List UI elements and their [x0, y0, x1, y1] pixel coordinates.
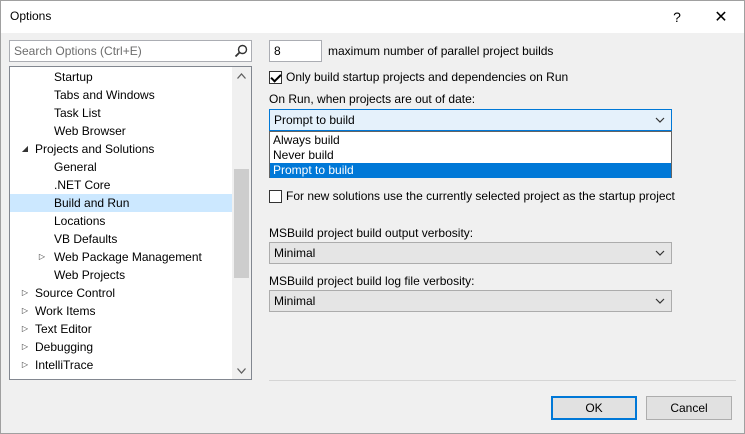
cancel-button[interactable]: Cancel	[646, 396, 732, 420]
tree-item-label: Startup	[54, 70, 93, 84]
scroll-down-button[interactable]	[232, 362, 251, 379]
on-run-options-list: Always build Never build Prompt to build	[269, 131, 672, 178]
search-icon[interactable]	[234, 44, 248, 58]
tree-item-label: Work Items	[35, 304, 96, 318]
scroll-thumb[interactable]	[234, 169, 249, 278]
tree-item[interactable]: ▷ Source Control	[10, 284, 232, 302]
scroll-up-button[interactable]	[232, 67, 251, 84]
tree-item-label: Text Editor	[35, 322, 92, 336]
tree-item-label: VB Defaults	[54, 232, 118, 246]
tree-item-label: Debugging	[35, 340, 94, 354]
help-button[interactable]: ?	[655, 1, 699, 32]
parallel-builds-input[interactable]: 8	[269, 40, 322, 62]
tree-item[interactable]: .NET Core	[10, 176, 232, 194]
only-startup-label[interactable]: Only build startup projects and dependen…	[286, 70, 568, 84]
chevron-down-icon	[655, 298, 665, 304]
title-bar: Options ? ✕	[1, 1, 744, 33]
tree-item-label: Web Projects	[54, 268, 126, 282]
tree-item[interactable]: ◢ Projects and Solutions	[10, 140, 232, 158]
separator	[269, 380, 736, 381]
tree-item[interactable]: Build and Run	[10, 194, 232, 212]
chevron-down-icon	[655, 117, 665, 123]
only-startup-checkbox[interactable]	[269, 71, 282, 84]
tree-scrollbar[interactable]	[232, 67, 251, 379]
tree-item-label: Web Browser	[54, 124, 126, 138]
on-run-option-always-build[interactable]: Always build	[270, 133, 671, 148]
tree-item[interactable]: ▷ Web Package Management	[10, 248, 232, 266]
tree-item[interactable]: Task List	[10, 104, 232, 122]
tree-item[interactable]: VB Defaults	[10, 230, 232, 248]
on-run-label: On Run, when projects are out of date:	[269, 92, 476, 106]
ok-button[interactable]: OK	[551, 396, 637, 420]
chevron-down-icon	[237, 367, 246, 374]
on-run-selected-value: Prompt to build	[274, 113, 355, 127]
tree-item[interactable]: Tabs and Windows	[10, 86, 232, 104]
collapsed-triangle-icon[interactable]: ▷	[20, 338, 30, 356]
tree-item-label: Build and Run	[54, 196, 130, 210]
tree-item-label: Projects and Solutions	[35, 142, 155, 156]
tree-item-label: Task List	[54, 106, 101, 120]
collapsed-triangle-icon[interactable]: ▷	[20, 284, 30, 302]
collapsed-triangle-icon[interactable]: ▷	[20, 302, 30, 320]
log-verbosity-dropdown[interactable]: Minimal	[269, 290, 672, 312]
tree-item-label: IntelliTrace	[35, 358, 94, 372]
expanded-triangle-icon[interactable]: ◢	[20, 140, 30, 158]
help-icon: ?	[673, 8, 681, 25]
tree-item[interactable]: ▷ IntelliTrace	[10, 356, 232, 374]
tree-item[interactable]: ▷ Work Items	[10, 302, 232, 320]
chevron-down-icon	[655, 250, 665, 256]
tree-item-label: Tabs and Windows	[54, 88, 155, 102]
window-title: Options	[10, 9, 52, 23]
tree-item[interactable]: ▷ Debugging	[10, 338, 232, 356]
chevron-up-icon	[237, 72, 246, 79]
tree-item[interactable]: Web Projects	[10, 266, 232, 284]
collapsed-triangle-icon[interactable]: ▷	[37, 248, 47, 266]
tree-item-label: Web Package Management	[54, 250, 202, 264]
tree-item[interactable]: ▷ Text Editor	[10, 320, 232, 338]
tree-item[interactable]: Startup	[10, 68, 232, 86]
options-dialog: Options ? ✕ ▷ IntelliTrace ▷ Debugging ▷ Text…	[0, 0, 745, 434]
collapsed-triangle-icon[interactable]: ▷	[20, 356, 30, 374]
collapsed-triangle-icon[interactable]: ▷	[20, 320, 30, 338]
close-icon: ✕	[714, 8, 728, 26]
parallel-builds-label: maximum number of parallel project build…	[328, 44, 554, 58]
search-input[interactable]	[10, 41, 230, 61]
tree-item-label: Source Control	[35, 286, 116, 300]
new-solutions-label[interactable]: For new solutions use the currently sele…	[286, 189, 675, 203]
tree-item[interactable]: Locations	[10, 212, 232, 230]
output-verbosity-dropdown[interactable]: Minimal	[269, 242, 672, 264]
new-solutions-checkbox[interactable]	[269, 190, 282, 203]
log-verbosity-label: MSBuild project build log file verbosity…	[269, 274, 475, 288]
tree-item-label: .NET Core	[54, 178, 111, 192]
options-tree[interactable]: ▷ IntelliTrace ▷ Debugging ▷ Text Editor ▷ Work…	[9, 66, 252, 380]
output-verbosity-label: MSBuild project build output verbosity:	[269, 226, 474, 240]
on-run-option-never-build[interactable]: Never build	[270, 148, 671, 163]
tree-item-label: Locations	[54, 214, 106, 228]
tree-item[interactable]: General	[10, 158, 232, 176]
close-button[interactable]: ✕	[699, 1, 743, 32]
log-verbosity-value: Minimal	[274, 294, 316, 308]
search-box	[9, 40, 252, 62]
tree-item-label: General	[54, 160, 97, 174]
output-verbosity-value: Minimal	[274, 246, 316, 260]
on-run-option-prompt-to-build[interactable]: Prompt to build	[270, 163, 671, 178]
on-run-dropdown[interactable]: Prompt to build	[269, 109, 672, 131]
tree-item[interactable]: Web Browser	[10, 122, 232, 140]
